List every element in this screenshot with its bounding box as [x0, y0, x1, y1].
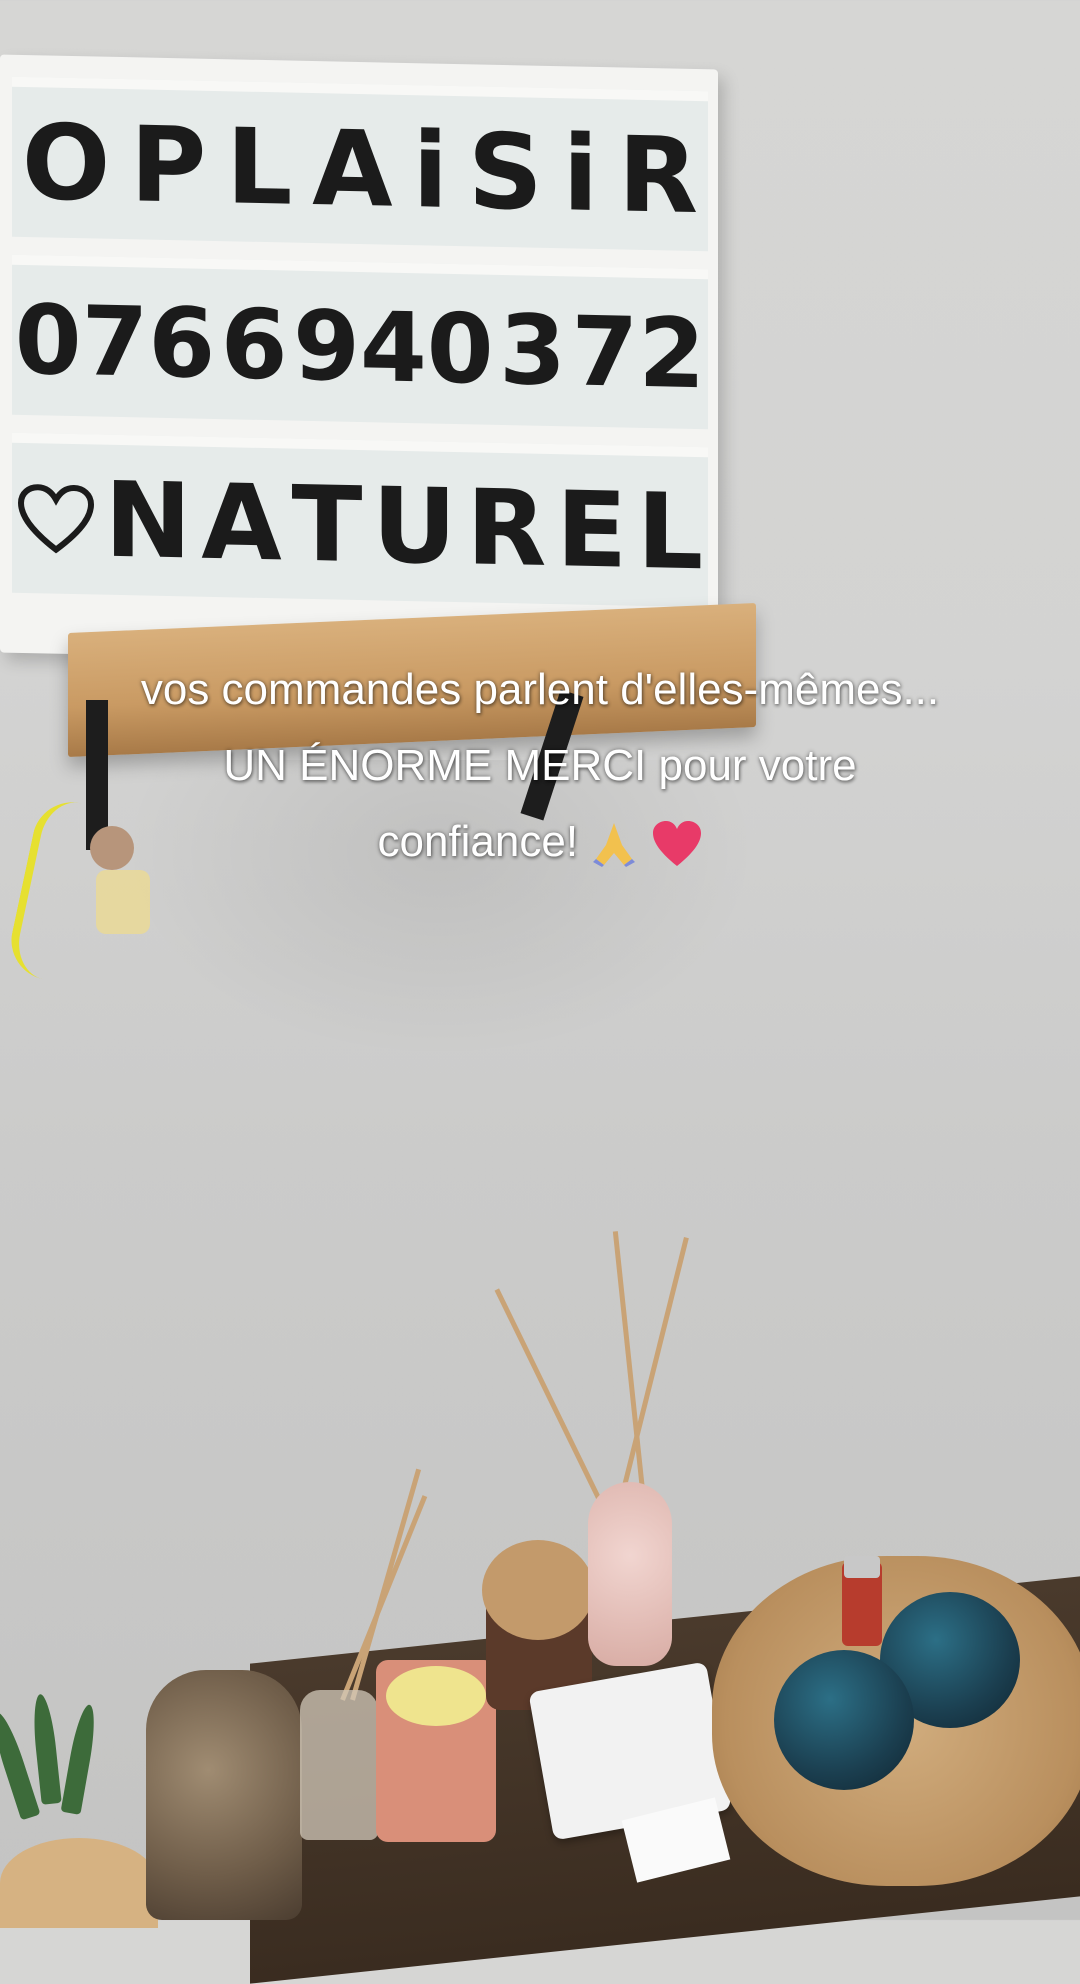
lightbox-letter: S [467, 110, 543, 234]
caption-line-1: vos commandes parlent d'elles-mêmes... [140, 665, 940, 714]
diffuser-bottle [300, 1690, 378, 1840]
lightbox-letter: R [466, 466, 547, 590]
wooden-lid [0, 1838, 158, 1928]
lightbox-number: 72 [571, 295, 706, 411]
heart-outline-icon [17, 484, 94, 554]
caption-overlay: vos commandes parlent d'elles-mêmes... U… [40, 652, 1040, 880]
plant-leaf [30, 1693, 62, 1805]
caption-line-2: UN ÉNORME MERCI pour votre [223, 741, 857, 790]
lightbox-sign: O P L A i S i R 076 6 940 3 72 N A T U R… [0, 54, 718, 668]
lightbox-letter: A [312, 107, 393, 231]
lightbox-letter: L [226, 105, 293, 229]
lightbox-letter: i [562, 112, 599, 236]
lightbox-row-3: N A T U R E L [12, 432, 708, 608]
reed-stick [612, 1231, 645, 1491]
lightbox-number: 3 [499, 293, 566, 408]
lightbox-letter: R [618, 113, 699, 238]
glass-lamp [146, 1670, 302, 1920]
reed-stick [494, 1288, 601, 1500]
caption-line-3: confiance! [40, 804, 1040, 880]
lightbox-letter: L [636, 469, 704, 594]
spice-jar-cap [844, 1556, 880, 1578]
candle-wax [386, 1666, 486, 1726]
plant-leaf [60, 1703, 100, 1815]
lightbox-letter: U [372, 464, 457, 589]
lightbox-number: 940 [293, 289, 494, 406]
lightbox-letter: E [556, 468, 628, 592]
pink-vase [588, 1482, 672, 1666]
lightbox-number: 076 [14, 283, 216, 400]
folded-hands-icon [593, 823, 636, 868]
photo-scene: O P L A i S i R 076 6 940 3 72 N A T U R… [0, 0, 1080, 1984]
lightbox-row-2: 076 6 940 3 72 [12, 254, 708, 430]
lightbox-number: 6 [220, 288, 288, 402]
lightbox-letter: O [21, 100, 111, 225]
lightbox-row-1: O P L A i S i R [12, 76, 708, 252]
red-heart-icon [652, 821, 701, 867]
incense-burner [774, 1650, 914, 1790]
cork-lid [482, 1540, 594, 1640]
caption-line-3-text: confiance! [377, 817, 579, 866]
reed-stick [622, 1236, 689, 1487]
lightbox-letter: T [291, 462, 363, 587]
lightbox-letter: i [412, 109, 449, 232]
lightbox-letter: N [104, 458, 192, 583]
lightbox-letter: P [130, 103, 207, 227]
lightbox-letter: A [201, 460, 282, 585]
